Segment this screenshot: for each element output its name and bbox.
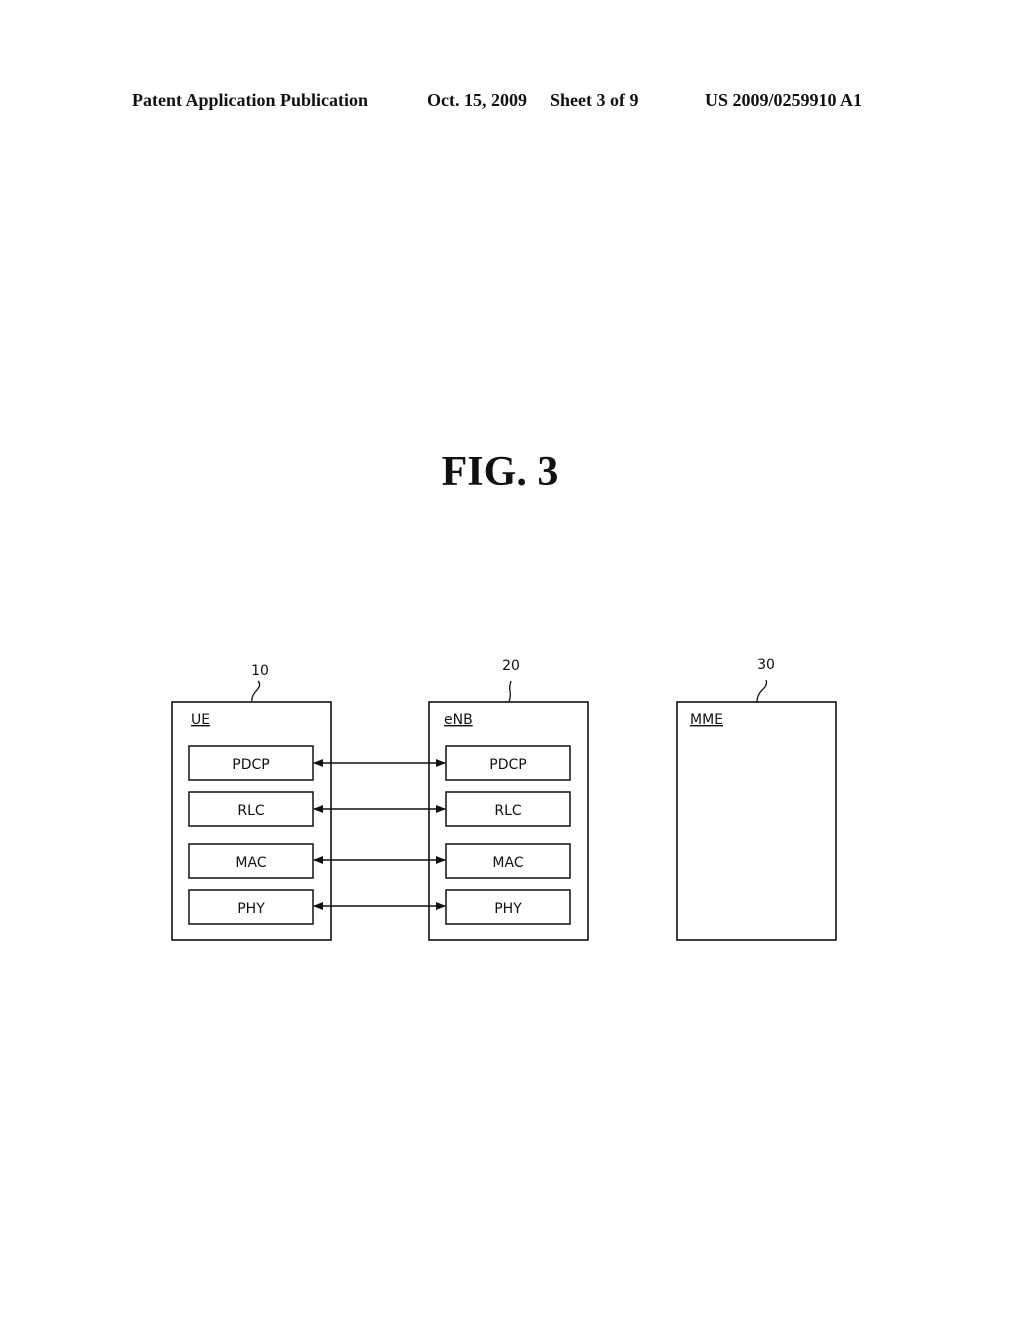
leader-line-30 <box>756 679 768 703</box>
mme-label: MME <box>690 712 723 728</box>
enb-label: eNB <box>444 712 473 728</box>
entity-enb: 20 eNB PDCP RLC MAC PHY <box>428 658 589 941</box>
ue-layer-mac-label: MAC <box>235 855 266 871</box>
ref-numeral-20: 20 <box>502 658 520 674</box>
leader-line-10 <box>251 680 261 702</box>
mme-box <box>676 701 837 941</box>
ref-numeral-10: 10 <box>251 663 269 679</box>
ue-layer-pdcp-label: PDCP <box>232 757 269 773</box>
leader-line-20 <box>508 680 512 703</box>
ue-layer-rlc-label: RLC <box>237 803 265 819</box>
entity-ue: 10 UE PDCP RLC MAC PHY <box>171 663 332 941</box>
enb-layer-pdcp-label: PDCP <box>489 757 526 773</box>
protocol-stack-diagram: 10 UE PDCP RLC MAC PHY 20 eNB PDCP RLC M… <box>171 657 837 941</box>
ue-label: UE <box>191 712 210 728</box>
enb-layer-mac-label: MAC <box>492 855 523 871</box>
enb-layer-rlc-label: RLC <box>494 803 522 819</box>
ref-numeral-30: 30 <box>757 657 775 673</box>
enb-layer-phy-label: PHY <box>494 901 522 917</box>
entity-mme: 30 MME <box>676 657 837 941</box>
ue-layer-phy-label: PHY <box>237 901 265 917</box>
